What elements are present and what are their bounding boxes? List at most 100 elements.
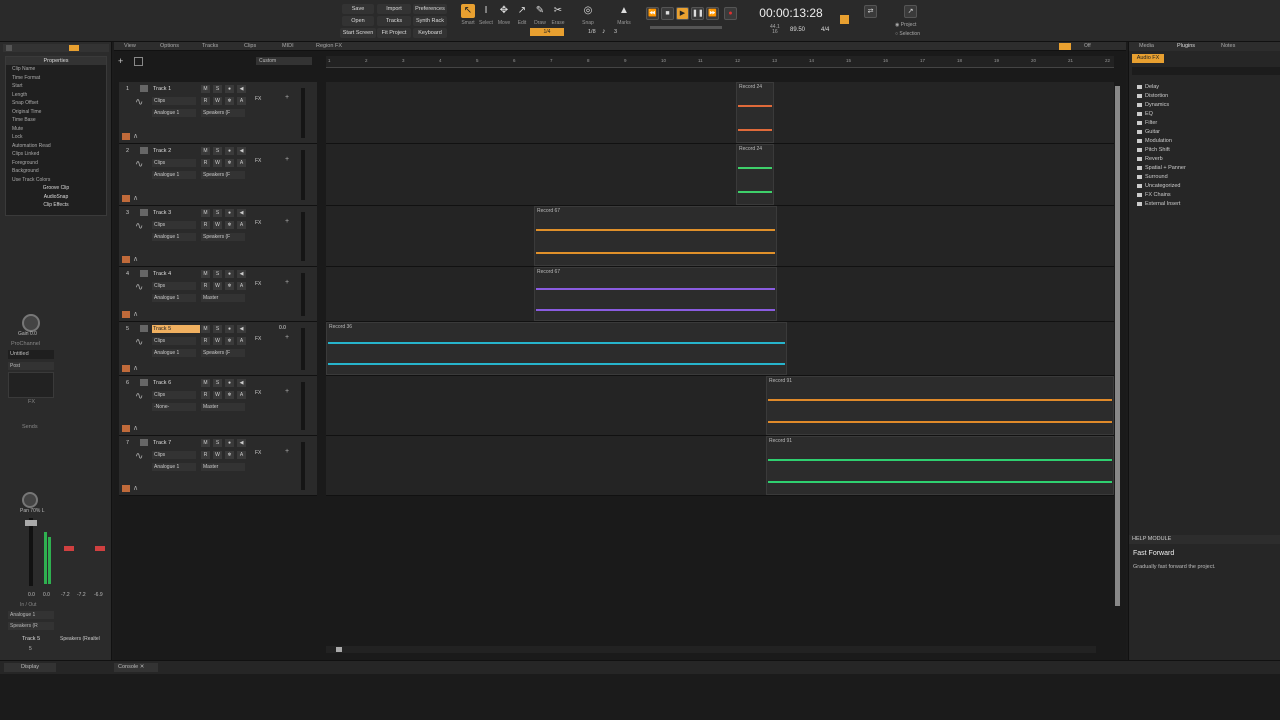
freeze-button[interactable]: ❄ (225, 159, 234, 167)
edit-tool[interactable]: ↗ Edit (514, 4, 530, 34)
gain-knob[interactable] (22, 314, 40, 332)
menu-item[interactable]: Options (160, 43, 179, 49)
solo-button[interactable]: S (213, 379, 222, 387)
automation-icon[interactable]: ∧ (133, 310, 138, 318)
edit-filter-select[interactable]: Clips (152, 97, 196, 105)
read-automation-button[interactable]: R (201, 337, 210, 345)
plugin-folder-item[interactable]: FX Chains (1137, 192, 1171, 198)
fx-bin[interactable]: FX (255, 158, 261, 164)
menu-item[interactable]: Tracks (202, 43, 218, 49)
mute-button[interactable]: M (201, 325, 210, 333)
archive-button[interactable]: A (237, 97, 246, 105)
select-tool[interactable]: I Select (478, 4, 494, 34)
audio-fx-category[interactable]: Audio FX (1132, 54, 1164, 63)
input-select[interactable]: Analogue 1 (8, 611, 54, 619)
write-automation-button[interactable]: W (213, 337, 222, 345)
input-echo-button[interactable]: ◀ (237, 147, 246, 155)
region-fx-toggle[interactable] (1059, 43, 1071, 50)
record-arm-button[interactable]: ● (225, 325, 234, 333)
close-icon[interactable]: ✕ (140, 664, 145, 670)
freeze-button[interactable]: ❄ (225, 451, 234, 459)
record-arm-button[interactable]: ● (225, 439, 234, 447)
record-arm-button[interactable]: ● (225, 85, 234, 93)
menu-item[interactable]: View (124, 43, 136, 49)
automation-icon[interactable]: ∧ (133, 484, 138, 492)
archive-button[interactable]: A (237, 282, 246, 290)
output-select[interactable]: Speakers (F (201, 171, 245, 179)
synth-rack-button[interactable]: Synth Rack (413, 16, 447, 26)
audio-clip[interactable]: Record 36 (326, 322, 787, 375)
record-button[interactable]: ● (724, 7, 737, 20)
edit-filter-select[interactable]: Clips (152, 451, 196, 459)
solo-button[interactable]: S (213, 325, 222, 333)
smart-tool[interactable]: ↖ Smart (460, 4, 476, 34)
display-button[interactable]: Display (4, 663, 56, 672)
position-slider[interactable] (650, 26, 722, 29)
tab-plugins[interactable]: Plugins (1177, 43, 1195, 49)
write-automation-button[interactable]: W (213, 282, 222, 290)
console-tab[interactable]: Console ✕ (114, 663, 158, 672)
automation-icon[interactable]: ∧ (133, 424, 138, 432)
start-screen-button[interactable]: Start Screen (340, 28, 376, 38)
solo-button[interactable]: S (213, 147, 222, 155)
bus-fader-1[interactable] (64, 546, 74, 551)
freeze-button[interactable]: ❄ (225, 221, 234, 229)
output-select[interactable]: Speakers (F (201, 233, 245, 241)
read-automation-button[interactable]: R (201, 282, 210, 290)
fast-forward-button[interactable]: ⏩ (706, 7, 719, 20)
add-fx-icon[interactable]: + (285, 334, 289, 341)
write-automation-button[interactable]: W (213, 391, 222, 399)
add-track-icon[interactable]: + (118, 56, 128, 66)
menu-item[interactable]: MIDI (282, 43, 294, 49)
read-automation-button[interactable]: R (201, 451, 210, 459)
plugin-folder-item[interactable]: Reverb (1137, 156, 1163, 162)
export-icon[interactable]: ↗ (904, 5, 917, 18)
read-automation-button[interactable]: R (201, 97, 210, 105)
track-name[interactable]: Track 2 (152, 147, 200, 155)
output-select[interactable]: Speakers (R (8, 622, 54, 630)
vertical-scrollbar[interactable] (1114, 82, 1122, 642)
tab-notes[interactable]: Notes (1221, 43, 1235, 49)
mute-button[interactable]: M (201, 85, 210, 93)
plugin-folder-item[interactable]: Spatial + Panner (1137, 165, 1186, 171)
output-select[interactable]: Master (201, 294, 245, 302)
export-project-option[interactable]: ◉ Project (895, 22, 916, 28)
read-automation-button[interactable]: R (201, 221, 210, 229)
audio-clip[interactable]: Record 24 (736, 82, 774, 143)
volume-fader[interactable] (25, 520, 37, 526)
tempo-value[interactable]: 89.50 (790, 27, 805, 33)
property-section[interactable]: Clip Effects (0, 202, 112, 208)
automation-icon[interactable]: ∧ (133, 364, 138, 372)
snap-value[interactable]: 1/4 (530, 28, 564, 36)
plugin-folder-item[interactable]: Modulation (1137, 138, 1172, 144)
add-fx-icon[interactable]: + (285, 94, 289, 101)
record-arm-button[interactable]: ● (225, 147, 234, 155)
audio-engine-icon[interactable]: ⇄ (864, 5, 877, 18)
keyboard-button[interactable]: Keyboard (413, 28, 447, 38)
audio-clip[interactable]: Record 67 (534, 267, 777, 321)
mute-button[interactable]: M (201, 270, 210, 278)
input-select[interactable]: Analogue 1 (152, 349, 196, 357)
plugin-folder-item[interactable]: Filter (1137, 120, 1157, 126)
fx-bin[interactable]: FX (255, 281, 261, 287)
prochannel-preset[interactable]: Untitled (8, 350, 54, 359)
edit-filter-select[interactable]: Clips (152, 221, 196, 229)
input-select[interactable]: Analogue 1 (152, 233, 196, 241)
stop-button[interactable]: ■ (661, 7, 674, 20)
edit-filter-select[interactable]: Clips (152, 391, 196, 399)
fx-bin[interactable]: FX (255, 220, 261, 226)
audio-clip[interactable]: Record 24 (736, 144, 774, 205)
archive-button[interactable]: A (237, 221, 246, 229)
input-echo-button[interactable]: ◀ (237, 379, 246, 387)
property-section[interactable]: AudioSnap (0, 194, 112, 200)
write-automation-button[interactable]: W (213, 159, 222, 167)
import-button[interactable]: Import (377, 4, 411, 14)
archive-button[interactable]: A (237, 451, 246, 459)
time-ruler[interactable]: 1 2 3 4 5 6 7 8 9 10 11 12 13 14 15 16 17 18 19 20 21 22 (326, 56, 1114, 68)
menu-item[interactable]: Clips (244, 43, 256, 49)
input-echo-button[interactable]: ◀ (237, 85, 246, 93)
meter-value[interactable]: 4/4 (821, 27, 829, 33)
output-select[interactable]: Speakers (F (201, 109, 245, 117)
tracks-button[interactable]: Tracks (377, 16, 411, 26)
mute-button[interactable]: M (201, 439, 210, 447)
